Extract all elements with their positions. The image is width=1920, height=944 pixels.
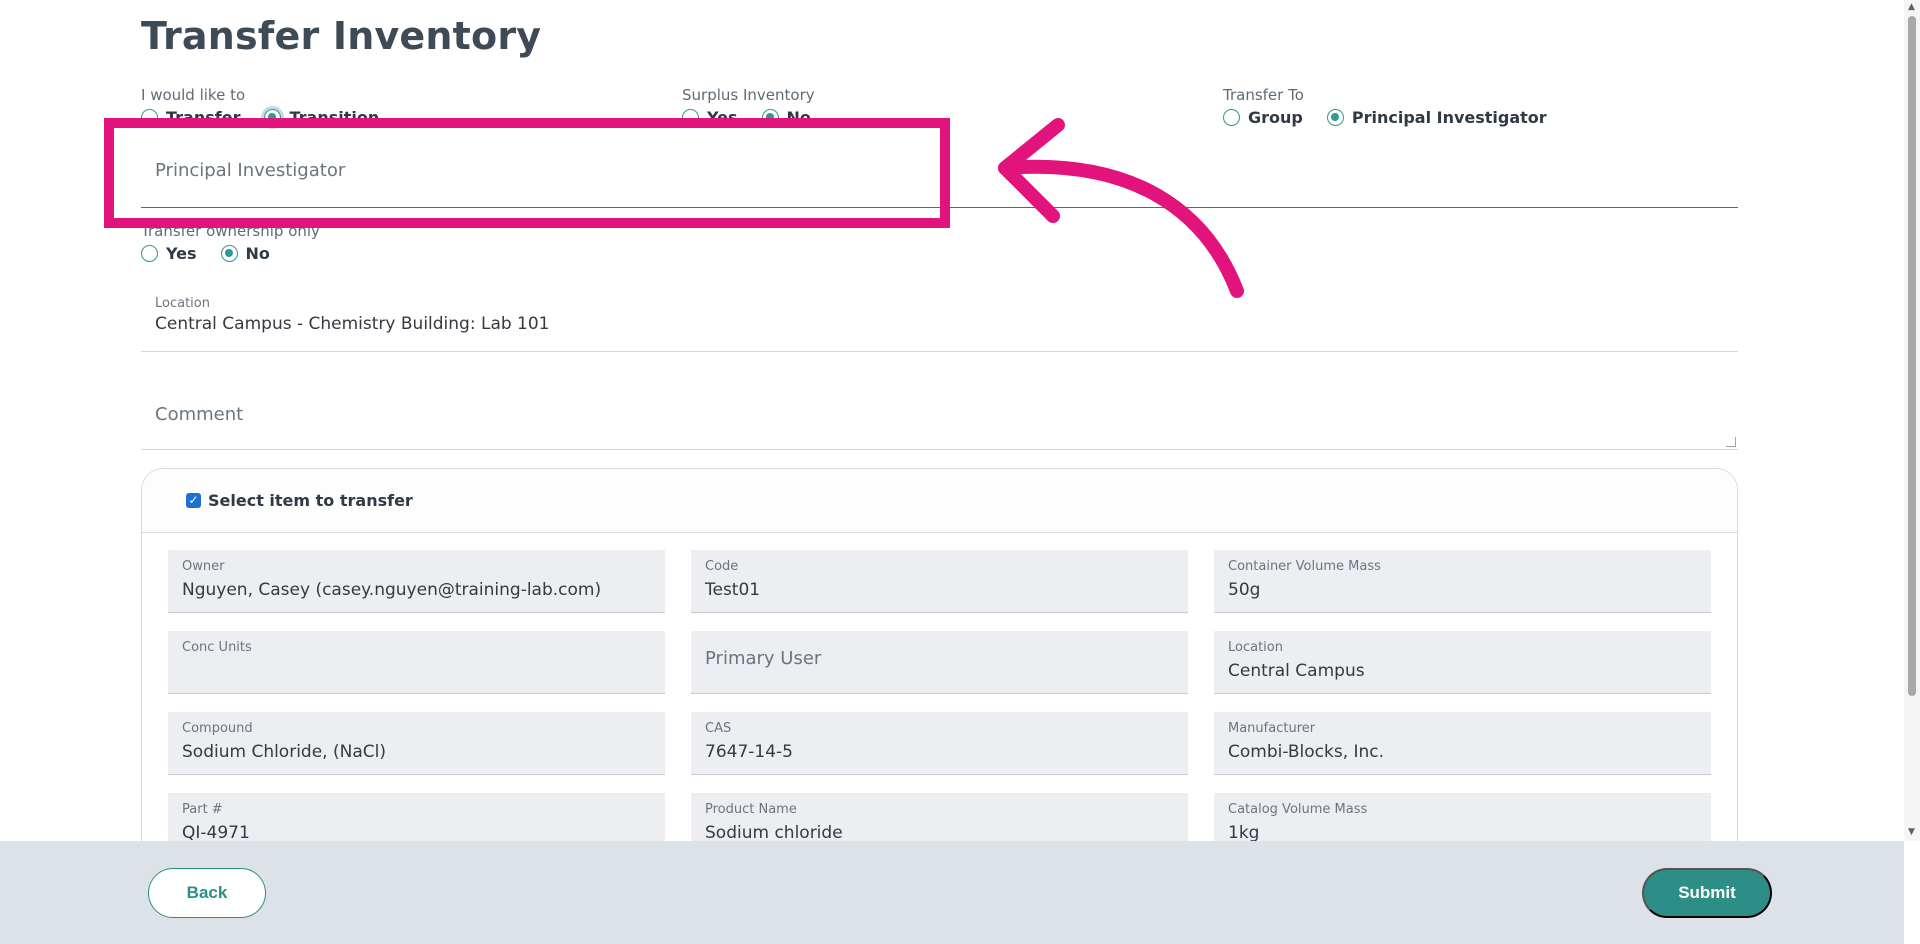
conc-units-field: Conc Units [168, 631, 665, 694]
scroll-up-icon[interactable]: ▲ [1908, 2, 1915, 12]
compound-field: Compound Sodium Chloride, (NaCl) [168, 712, 665, 775]
field-label: Part # [182, 802, 223, 817]
field-value: Combi-Blocks, Inc. [1228, 742, 1385, 762]
field-value: Sodium Chloride, (NaCl) [182, 742, 386, 762]
radio-principal-investigator-label: Principal Investigator [1351, 108, 1547, 127]
footer-bar: Back Submit [0, 841, 1904, 944]
field-value: 7647-14-5 [705, 742, 793, 762]
field-value: Sodium chloride [705, 823, 843, 843]
comment-placeholder: Comment [155, 404, 244, 425]
scroll-down-icon[interactable]: ▼ [1908, 827, 1915, 837]
field-label: Owner [182, 559, 225, 574]
field-label: Compound [182, 721, 253, 736]
transfer-to-label: Transfer To [1223, 86, 1304, 104]
vertical-scrollbar[interactable]: ▲ ▼ [1904, 0, 1920, 841]
field-label: Code [705, 559, 739, 574]
field-value: QI-4971 [182, 823, 250, 843]
radio-circle[interactable] [141, 245, 158, 262]
scrollbar-thumb[interactable] [1908, 16, 1916, 696]
field-label: Catalog Volume Mass [1228, 802, 1368, 817]
surplus-inventory-label: Surplus Inventory [682, 86, 815, 104]
radio-principal-investigator[interactable]: Principal Investigator [1326, 108, 1547, 127]
field-label: Conc Units [182, 640, 252, 655]
annotation-highlight-box [104, 118, 950, 228]
item-fields-grid: Owner Nguyen, Casey (casey.nguyen@traini… [168, 550, 1711, 856]
transfer-to-group: Transfer To Group Principal Investigator [1223, 86, 1571, 127]
field-label: Location [1228, 640, 1283, 655]
radio-ownership-no[interactable]: No [220, 244, 270, 263]
ownership-group: Transfer ownership only Yes No [141, 222, 320, 263]
item-card: ✓ Select item to transfer Owner Nguyen, … [141, 468, 1738, 868]
manufacturer-field: Manufacturer Combi-Blocks, Inc. [1214, 712, 1711, 775]
primary-user-placeholder: Primary User [705, 648, 822, 669]
primary-user-input[interactable]: Primary User [691, 631, 1188, 694]
field-value: 50g [1228, 580, 1261, 600]
field-label: CAS [705, 721, 732, 736]
page-title: Transfer Inventory [141, 14, 542, 58]
field-value: Nguyen, Casey (casey.nguyen@training-lab… [182, 580, 602, 600]
submit-button[interactable]: Submit [1642, 868, 1772, 918]
location-value: Central Campus - Chemistry Building: Lab… [155, 314, 550, 334]
container-volume-mass-field: Container Volume Mass 50g [1214, 550, 1711, 613]
radio-circle[interactable] [220, 245, 238, 262]
radio-ownership-no-label: No [245, 244, 270, 263]
radio-ownership-yes[interactable]: Yes [141, 244, 197, 263]
field-value: Central Campus [1228, 661, 1365, 681]
select-item-label: Select item to transfer [208, 491, 413, 510]
back-button[interactable]: Back [148, 868, 266, 918]
item-card-header: ✓ Select item to transfer [142, 469, 1737, 533]
cas-field: CAS 7647-14-5 [691, 712, 1188, 775]
location-label: Location [155, 296, 210, 311]
field-value: 1kg [1228, 823, 1260, 843]
owner-field: Owner Nguyen, Casey (casey.nguyen@traini… [168, 550, 665, 613]
field-label: Manufacturer [1228, 721, 1316, 736]
location-input[interactable]: Location Central Campus - Chemistry Buil… [141, 290, 1738, 352]
field-value: Test01 [705, 580, 761, 600]
field-label: Product Name [705, 802, 797, 817]
annotation-arrow-icon [998, 118, 1244, 298]
radio-ownership-yes-label: Yes [166, 244, 197, 263]
resize-handle-icon[interactable] [1726, 437, 1736, 447]
would-like-to-label: I would like to [141, 86, 246, 104]
item-location-field: Location Central Campus [1214, 631, 1711, 694]
field-label: Container Volume Mass [1228, 559, 1381, 574]
code-field: Code Test01 [691, 550, 1188, 613]
radio-circle[interactable] [1326, 109, 1344, 126]
comment-textarea[interactable]: Comment [141, 384, 1738, 450]
select-item-checkbox[interactable]: ✓ [186, 493, 201, 508]
